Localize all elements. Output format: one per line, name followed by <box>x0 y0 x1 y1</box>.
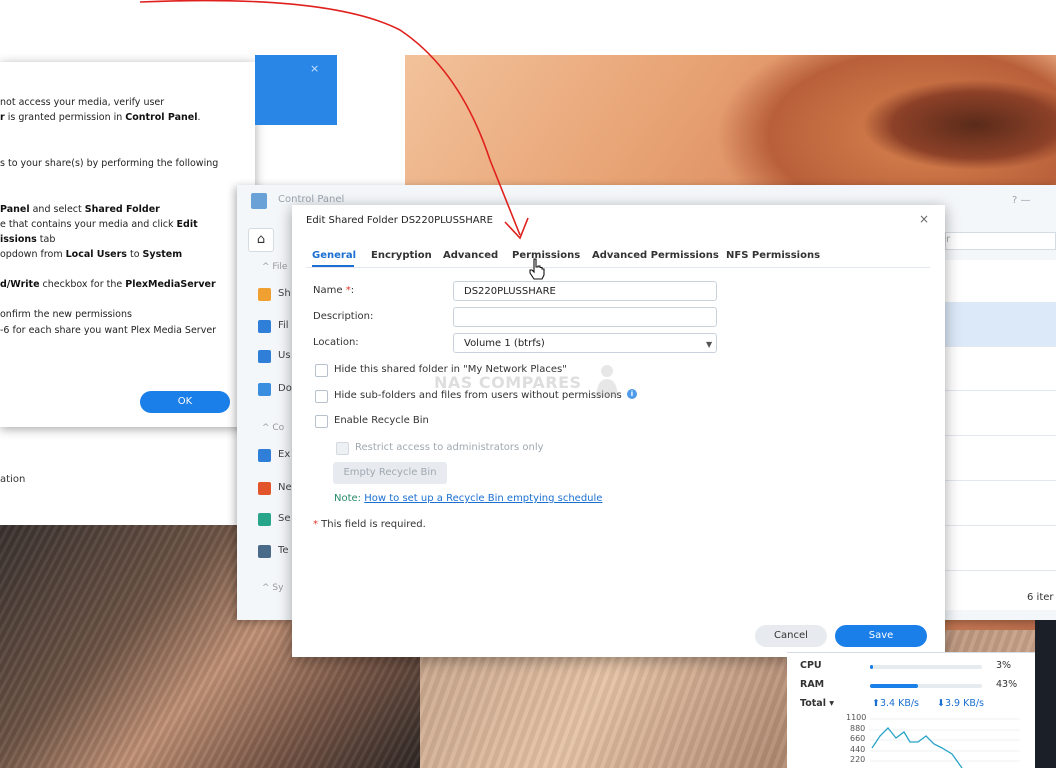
recycle-note: Note: How to set up a Recycle Bin emptyi… <box>334 493 603 504</box>
sidebar-item-icon <box>258 350 271 363</box>
plex-instruction-line: onfirm the new permissions <box>0 309 132 320</box>
required-field-note: * This field is required. <box>313 519 426 530</box>
network-total-dropdown[interactable]: Total ▾ <box>800 698 834 709</box>
recycle-schedule-link[interactable]: How to set up a Recycle Bin emptying sch… <box>364 493 602 504</box>
list-divider <box>945 435 1056 436</box>
sidebar-item-icon <box>258 545 271 558</box>
hide-folder-checkbox[interactable] <box>315 364 328 377</box>
sidebar-item-icon <box>258 513 271 526</box>
list-divider <box>945 480 1056 481</box>
upload-rate: ⬆3.4 KB/s <box>872 698 919 709</box>
taskbar-edge <box>1035 620 1056 768</box>
sidebar-item[interactable]: Se <box>278 513 291 524</box>
sidebar-item-icon <box>258 449 271 462</box>
sidebar-item-icon <box>258 482 271 495</box>
plex-background-panel <box>0 440 237 525</box>
list-divider <box>945 346 1056 347</box>
cpu-label: CPU <box>800 660 822 671</box>
ram-bar-fill <box>870 684 919 688</box>
restrict-admins-label: Restrict access to administrators only <box>355 442 544 453</box>
sidebar-item[interactable]: Fil <box>278 320 289 331</box>
info-icon[interactable]: i <box>627 389 637 399</box>
empty-recycle-bin-button[interactable]: Empty Recycle Bin <box>333 462 447 484</box>
list-divider <box>945 525 1056 526</box>
chevron-down-icon[interactable]: ▼ <box>706 340 712 349</box>
sidebar-item[interactable]: Te <box>278 545 289 556</box>
items-count: 6 iter <box>1027 592 1054 603</box>
y-tick: 440 <box>850 745 866 754</box>
plex-ok-button[interactable]: OK <box>140 391 230 413</box>
watermark: NAS COMPARES <box>434 373 582 392</box>
save-button[interactable]: Save <box>835 625 927 647</box>
sidebar-item-icon <box>258 320 271 333</box>
ram-label: RAM <box>800 679 825 690</box>
recycle-bin-checkbox[interactable] <box>315 415 328 428</box>
shared-folder-row-selected[interactable] <box>945 302 1056 346</box>
plex-instruction-line: -6 for each share you want Plex Media Se… <box>0 325 217 336</box>
hide-subfolders-checkbox[interactable] <box>315 390 328 403</box>
sidebar-item[interactable]: Do <box>278 383 292 394</box>
location-label: Location: <box>313 337 359 348</box>
list-divider <box>945 390 1056 391</box>
sidebar-item[interactable]: Ex <box>278 449 290 460</box>
y-tick: 220 <box>850 755 866 764</box>
annotation-arrow <box>139 0 529 240</box>
cancel-button[interactable]: Cancel <box>755 625 827 647</box>
sidebar-section-header[interactable]: ^ Co <box>262 423 284 433</box>
sidebar-item[interactable]: Us <box>278 350 291 361</box>
description-label: Description: <box>313 311 374 322</box>
plex-background-text: ation <box>0 474 26 485</box>
cpu-value: 3% <box>996 660 1012 671</box>
network-graph <box>870 718 1020 768</box>
sidebar-section-header[interactable]: ^ Sy <box>262 583 283 593</box>
y-tick: 660 <box>850 734 866 743</box>
location-select[interactable]: Volume 1 (btrfs) <box>453 333 717 353</box>
ram-value: 43% <box>996 679 1018 690</box>
sidebar-item-icon <box>258 383 271 396</box>
watermark-figure-icon <box>596 365 618 397</box>
list-divider <box>945 570 1056 571</box>
description-input[interactable] <box>453 307 717 327</box>
cpu-bar <box>870 665 982 669</box>
restrict-admins-checkbox[interactable] <box>336 442 349 455</box>
y-tick: 880 <box>850 724 866 733</box>
y-tick: 1100 <box>846 713 867 722</box>
download-rate: ⬇3.9 KB/s <box>937 698 984 709</box>
sidebar-item[interactable]: Ne <box>278 482 292 493</box>
recycle-bin-label: Enable Recycle Bin <box>334 415 429 426</box>
